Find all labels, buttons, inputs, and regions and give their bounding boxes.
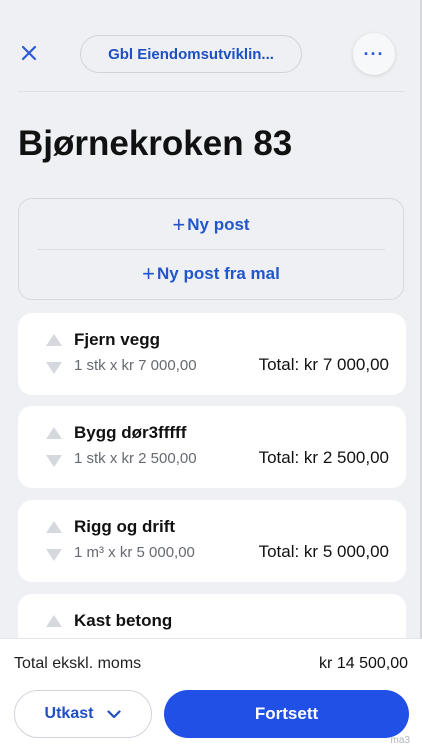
continue-button[interactable]: Fortsett xyxy=(164,690,409,738)
add-post-box: + Ny post + Ny post fra mal xyxy=(18,198,404,300)
total-label: Total ekskl. moms xyxy=(14,655,142,672)
chevron-down-icon xyxy=(107,709,122,719)
list-item[interactable]: Rigg og drift 1 m³ x kr 5 000,00 Total: … xyxy=(18,500,406,582)
new-post-from-template-button[interactable]: + Ny post fra mal xyxy=(19,249,403,299)
draft-label: Utkast xyxy=(44,705,94,722)
more-icon: ··· xyxy=(363,43,385,64)
close-button[interactable] xyxy=(14,38,44,68)
new-post-label: Ny post xyxy=(187,215,250,234)
item-name: Fjern vegg xyxy=(74,330,160,349)
item-total: Total: kr 7 000,00 xyxy=(258,355,389,374)
continue-label: Fortsett xyxy=(254,704,319,723)
move-up-icon[interactable] xyxy=(46,521,62,533)
move-down-icon[interactable] xyxy=(46,362,62,374)
list-item[interactable]: Fjern vegg 1 stk x kr 7 000,00 Total: kr… xyxy=(18,313,406,395)
item-quantity: 1 stk x kr 7 000,00 xyxy=(74,357,197,374)
close-icon xyxy=(21,45,37,61)
plus-icon: + xyxy=(172,212,186,237)
item-name: Kast betong xyxy=(74,611,173,630)
draft-status-button[interactable]: Utkast xyxy=(14,690,152,738)
item-total: Total: kr 2 500,00 xyxy=(258,448,389,467)
page-title: Bjørnekroken 83 xyxy=(18,124,293,163)
company-name: Gbl Eiendomsutviklin... xyxy=(108,45,274,63)
move-up-icon[interactable] xyxy=(46,615,62,627)
list-item[interactable]: Bygg dør3fffff 1 stk x kr 2 500,00 Total… xyxy=(18,406,406,488)
item-quantity: 1 m³ x kr 5 000,00 xyxy=(74,544,195,561)
header-divider xyxy=(18,91,404,92)
item-name: Rigg og drift xyxy=(74,517,176,536)
total-value: kr 14 500,00 xyxy=(319,655,408,672)
new-post-from-template-label: Ny post fra mal xyxy=(157,264,280,283)
move-down-icon[interactable] xyxy=(46,549,62,561)
move-up-icon[interactable] xyxy=(46,427,62,439)
summary-footer: Total ekskl. moms kr 14 500,00 Utkast Fo… xyxy=(0,638,422,750)
item-name: Bygg dør3fffff xyxy=(74,423,187,442)
more-options-button[interactable]: ··· xyxy=(353,33,395,75)
item-total: Total: kr 5 000,00 xyxy=(258,542,389,561)
item-quantity: 1 stk x kr 2 500,00 xyxy=(74,450,197,467)
plus-icon: + xyxy=(142,261,156,286)
top-bar: Gbl Eiendomsutviklin... ··· xyxy=(0,0,422,92)
move-down-icon[interactable] xyxy=(46,455,62,467)
watermark: ma3 xyxy=(390,735,410,746)
new-post-button[interactable]: + Ny post xyxy=(19,200,403,250)
company-selector[interactable]: Gbl Eiendomsutviklin... xyxy=(80,35,302,73)
move-up-icon[interactable] xyxy=(46,334,62,346)
